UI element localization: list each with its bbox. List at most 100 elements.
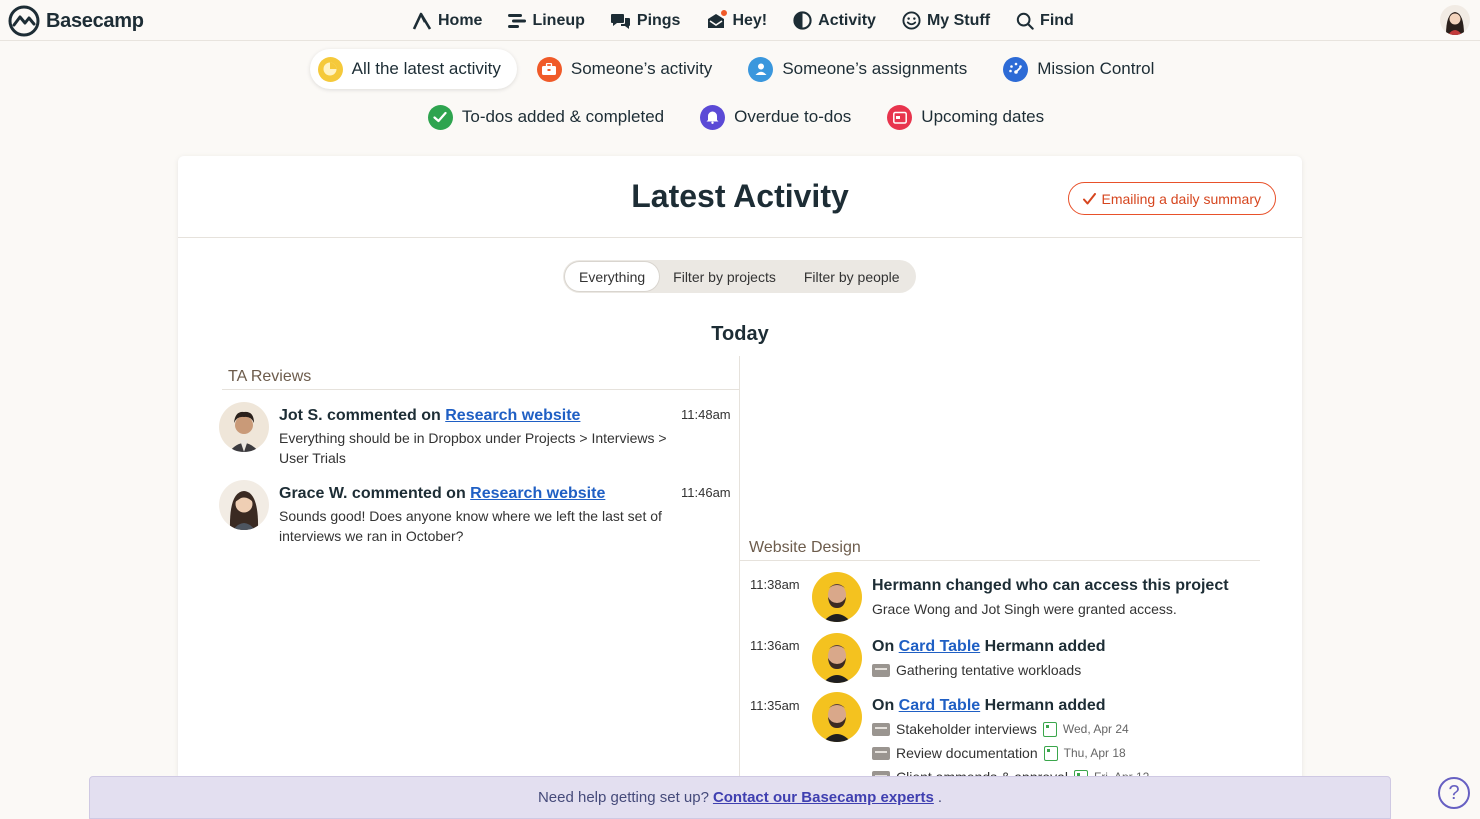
nav-lineup[interactable]: Lineup: [508, 11, 585, 30]
section-rule: [222, 389, 739, 390]
avatar-grace[interactable]: [219, 480, 269, 530]
contact-experts-link[interactable]: Contact our Basecamp experts: [713, 789, 934, 806]
added-card-title: Stakeholder interviews: [896, 721, 1037, 737]
entry-time: 11:38am: [750, 577, 800, 592]
menu-someones-activity-label: Someone’s activity: [570, 59, 713, 78]
entry-link-card-table[interactable]: Card Table: [899, 638, 981, 655]
help-banner-text: Need help getting set up?: [537, 789, 709, 806]
entry-time: 11:46am: [681, 485, 731, 500]
entry-suffix: Hermann added: [984, 638, 1106, 655]
pings-icon: [610, 13, 630, 29]
avatar-jot-image: [219, 402, 269, 452]
nav-activity[interactable]: Activity: [793, 11, 876, 30]
menu-todos-added-completed-label: To-dos added & completed: [461, 107, 665, 126]
briefcase-icon: [536, 56, 562, 82]
calendar-icon: [887, 104, 913, 130]
added-card-item[interactable]: Gathering tentative workloads: [872, 658, 1081, 682]
user-avatar-image: [1440, 5, 1470, 35]
nav-pings[interactable]: Pings: [610, 11, 681, 30]
home-icon: [412, 12, 432, 30]
search-icon: [1016, 12, 1034, 30]
project-label-website-design[interactable]: Website Design: [749, 539, 861, 557]
menu-mission-control[interactable]: Mission Control: [995, 49, 1170, 89]
nav-hey[interactable]: Hey!: [706, 8, 768, 30]
menu-overdue-todos-label: Overdue to-dos: [734, 107, 852, 126]
entry-time: 11:35am: [750, 698, 800, 713]
added-card-due-date: Thu, Apr 18: [1063, 746, 1126, 760]
avatar-jot[interactable]: [219, 402, 269, 452]
entry-headline: On Card Table Hermann added: [872, 638, 1106, 656]
menu-overdue-todos[interactable]: Overdue to-dos: [692, 97, 867, 137]
help-banner-end: .: [937, 789, 943, 806]
nav-my-stuff[interactable]: My Stuff: [902, 11, 990, 30]
entry-detail-text: Grace Wong and Jot Singh were granted ac…: [872, 601, 1177, 617]
checkmark-icon: [1082, 192, 1096, 204]
avatar-hermann[interactable]: [812, 692, 862, 742]
email-summary-button[interactable]: Emailing a daily summary: [1067, 182, 1276, 215]
user-avatar[interactable]: [1440, 5, 1470, 35]
smiley-icon: [902, 11, 921, 30]
gauge-icon: [1003, 56, 1029, 82]
nav-find[interactable]: Find: [1016, 12, 1074, 30]
due-date-calendar-icon: [1043, 745, 1058, 761]
added-card-item[interactable]: Stakeholder interviews Wed, Apr 24: [872, 717, 1149, 741]
app-name: Basecamp: [46, 9, 144, 32]
entry-link-research-website[interactable]: Research website: [445, 407, 580, 424]
nav-my-stuff-label: My Stuff: [926, 11, 991, 29]
notification-dot: [720, 8, 729, 17]
entry-time: 11:48am: [681, 407, 731, 422]
nav-lineup-label: Lineup: [532, 11, 585, 29]
card-icon: [872, 722, 890, 736]
activity-menu-row-2: To-dos added & completed Overdue to-dos …: [0, 97, 1480, 137]
lineup-icon: [508, 13, 527, 28]
timeline-divider: [739, 356, 740, 819]
menu-all-latest-activity[interactable]: All the latest activity: [309, 49, 517, 89]
due-date-calendar-icon: [1042, 721, 1057, 737]
menu-all-latest-activity-label: All the latest activity: [351, 59, 501, 78]
latest-activity-card: Latest Activity Emailing a daily summary…: [178, 156, 1302, 819]
entry-prefix: On: [872, 697, 895, 714]
email-summary-label: Emailing a daily summary: [1101, 190, 1262, 207]
activity-menu-row-1: All the latest activity Someone’s activi…: [0, 49, 1480, 89]
card-header: Latest Activity Emailing a daily summary: [178, 156, 1302, 238]
entry-link-card-table[interactable]: Card Table: [899, 697, 981, 714]
added-card-item[interactable]: Review documentation Thu, Apr 18: [872, 741, 1149, 765]
basecamp-logo[interactable]: Basecamp: [8, 5, 144, 37]
added-cards-list: Gathering tentative workloads: [872, 658, 1081, 682]
avatar-hermann[interactable]: [812, 572, 862, 622]
check-icon: [427, 104, 453, 130]
entry-actor: Jot S. commented on: [279, 407, 441, 424]
menu-someones-assignments-label: Someone’s assignments: [782, 59, 968, 78]
clock-icon: [317, 56, 343, 82]
entry-headline: On Card Table Hermann added: [872, 697, 1106, 715]
nav-home[interactable]: Home: [412, 12, 482, 30]
project-label-ta-reviews[interactable]: TA Reviews: [228, 368, 311, 386]
avatar-hermann-image: [812, 572, 862, 622]
added-card-due-date: Wed, Apr 24: [1062, 722, 1129, 736]
menu-someones-assignments[interactable]: Someone’s assignments: [740, 49, 983, 89]
menu-todos-added-completed[interactable]: To-dos added & completed: [420, 97, 680, 137]
tab-everything[interactable]: Everything: [565, 262, 660, 291]
nav-find-label: Find: [1040, 11, 1074, 29]
menu-upcoming-dates[interactable]: Upcoming dates: [879, 97, 1060, 137]
main-nav: Home Lineup Pings Hey! Activity My Stuff…: [412, 0, 1074, 41]
menu-someones-activity[interactable]: Someone’s activity: [529, 49, 728, 89]
entry-link-research-website[interactable]: Research website: [470, 485, 605, 502]
nav-hey-label: Hey!: [732, 11, 768, 29]
tab-filter-by-projects[interactable]: Filter by projects: [659, 262, 790, 291]
filter-tabs: Everything Filter by projects Filter by …: [563, 260, 916, 293]
basecamp-logo-icon: [8, 5, 40, 37]
nav-pings-label: Pings: [636, 11, 681, 29]
tab-filter-by-people[interactable]: Filter by people: [790, 262, 914, 291]
added-card-title: Review documentation: [896, 745, 1038, 761]
section-rule: [740, 560, 1260, 561]
avatar-hermann-image: [812, 692, 862, 742]
bell-icon: [700, 104, 726, 130]
card-icon: [872, 663, 890, 677]
avatar-hermann-image: [812, 633, 862, 683]
avatar-hermann[interactable]: [812, 633, 862, 683]
avatar-grace-image: [219, 480, 269, 530]
top-bar: Basecamp Home Lineup Pings Hey! Activity…: [0, 0, 1480, 41]
help-button[interactable]: ?: [1438, 777, 1470, 809]
entry-actor: Grace W. commented on: [279, 485, 466, 502]
